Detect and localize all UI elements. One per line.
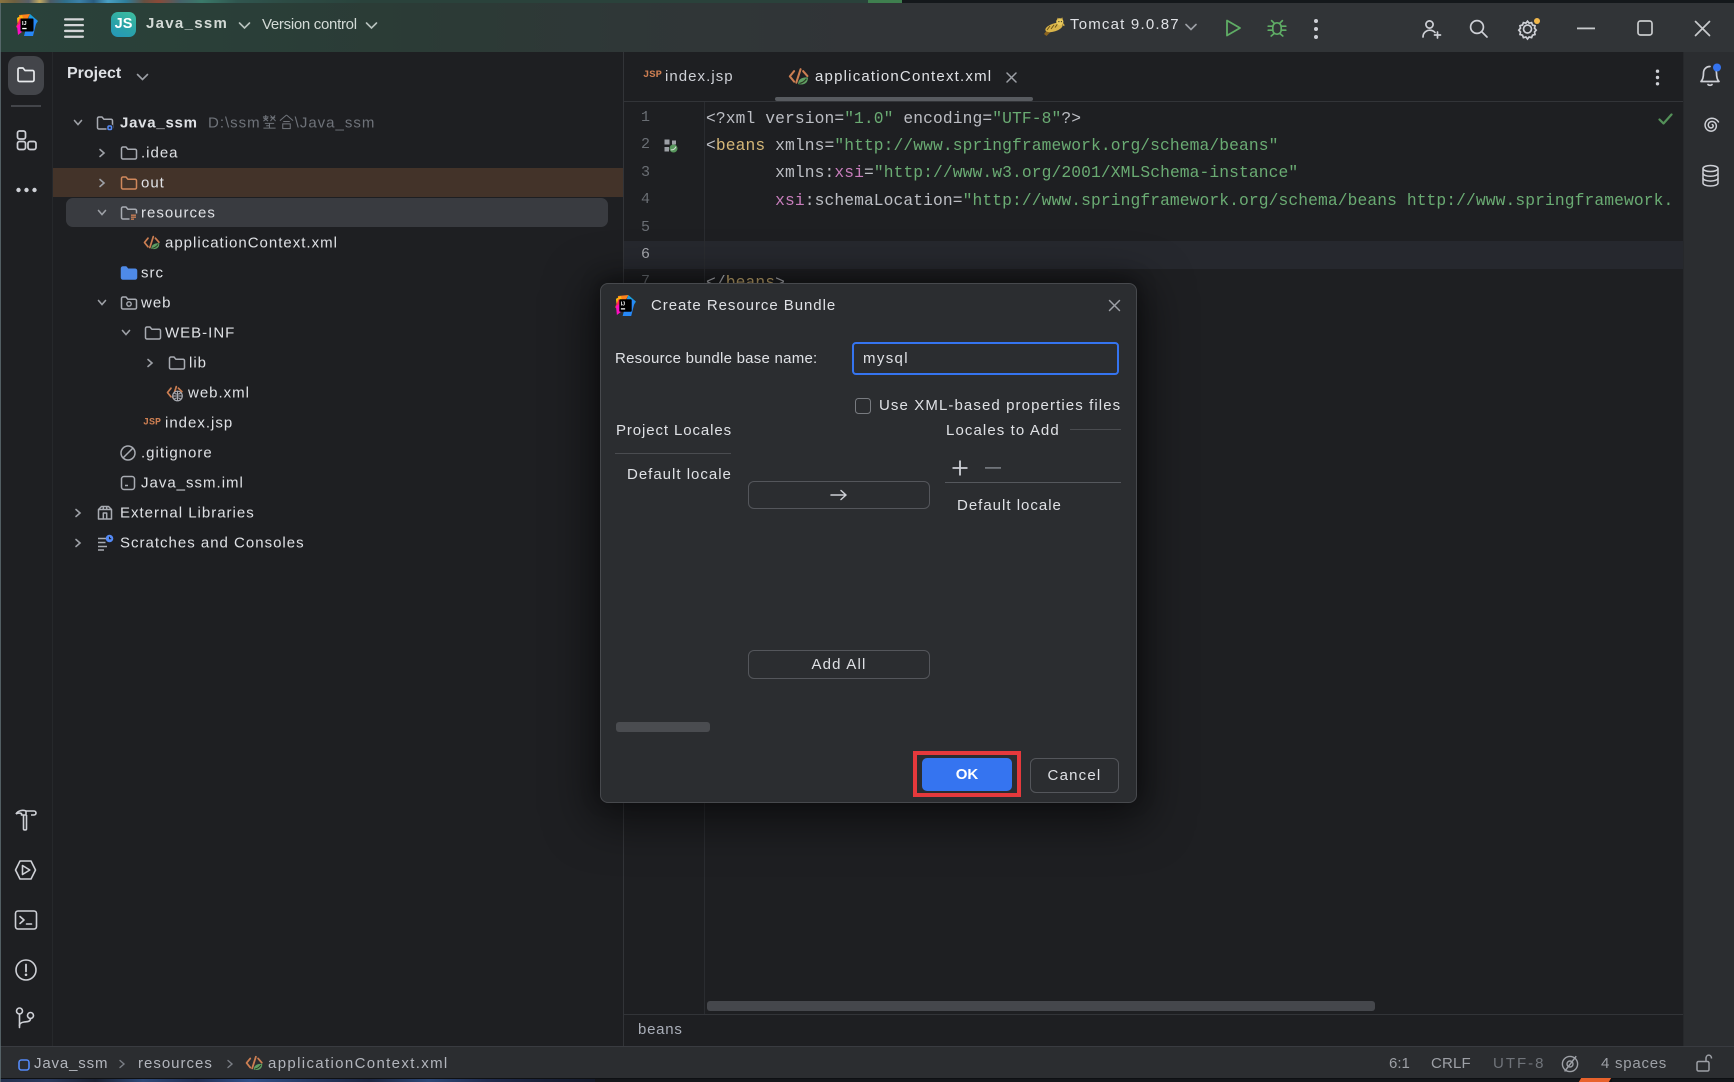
svg-text:IJ: IJ [22,21,27,27]
svg-text:IJ: IJ [621,301,625,307]
